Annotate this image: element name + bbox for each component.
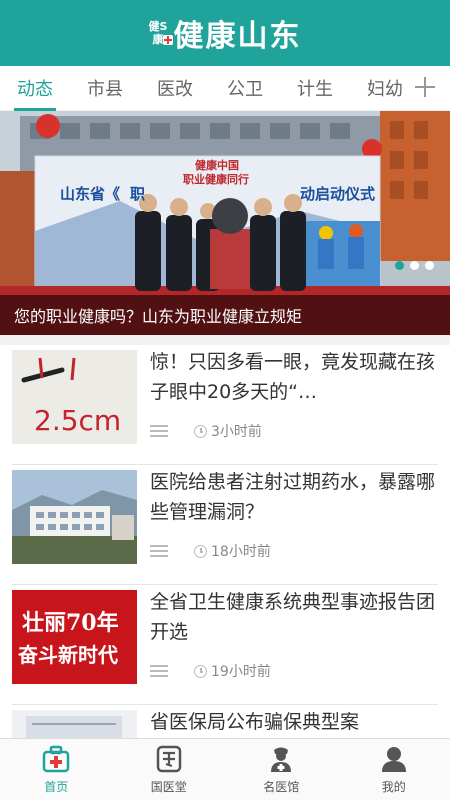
news-item[interactable]: 2.5cm 惊！只因多看一眼，竟发现藏在孩子眼中20多天的“… 3小时前 [12, 345, 438, 465]
news-time-text: 3小时前 [211, 424, 262, 440]
carousel-dot[interactable] [395, 261, 404, 270]
clock-icon [194, 425, 207, 438]
thumb-text-1: 壮丽70年 [22, 610, 119, 636]
logo-small-bottom: 康 [152, 33, 164, 46]
news-thumbnail [12, 470, 137, 564]
backdrop-text-left: 山东省《 [60, 185, 120, 203]
app-header: 健S 康 健康山东 [0, 0, 450, 66]
section-divider [0, 335, 450, 345]
plus-icon [415, 77, 435, 97]
nav-label: 首页 [44, 780, 69, 794]
nav-label: 名医馆 [263, 780, 300, 794]
news-time-text: 18小时前 [211, 544, 271, 560]
backdrop-logo-line1: 健康中国 [195, 158, 239, 172]
seal-icon [156, 745, 181, 773]
news-time-text: 19小时前 [211, 664, 271, 680]
tab-gongwei[interactable]: 公卫 [210, 66, 280, 111]
clock-icon [194, 545, 207, 558]
banner-caption[interactable]: 您的职业健康吗？山东为职业健康立规矩 [0, 295, 450, 335]
news-title[interactable]: 惊！只因多看一眼，竟发现藏在孩子眼中20多天的“… [150, 347, 440, 409]
news-time: 3小时前 [194, 421, 262, 441]
tab-yigai[interactable]: 医改 [140, 66, 210, 111]
clock-icon [194, 665, 207, 678]
logo-small-top: 健S [148, 20, 168, 33]
list-icon [150, 545, 168, 557]
news-list: 2.5cm 惊！只因多看一眼，竟发现藏在孩子眼中20多天的“… 3小时前 医院给… [0, 345, 450, 800]
nav-guoyitang[interactable]: 国医堂 [113, 739, 226, 800]
medical-kit-icon [43, 745, 70, 773]
tab-jisheng[interactable]: 计生 [280, 66, 350, 111]
news-time: 18小时前 [194, 541, 271, 561]
nav-home[interactable]: 首页 [0, 739, 113, 800]
banner-carousel[interactable]: 山东省《 职 动启动仪式 健康中国 职业健康同行 您的职业健康吗？山东为职业健康… [0, 111, 450, 335]
news-item[interactable]: 医院给患者注射过期药水，暴露哪些管理漏洞？ 18小时前 [12, 465, 438, 585]
nav-label: 国医堂 [150, 780, 187, 794]
category-tabs: 动态 市县 医改 公卫 计生 妇幼 [0, 66, 450, 111]
carousel-dots [395, 261, 434, 270]
app-title: 健康山东 [173, 19, 302, 54]
add-tab-button[interactable] [410, 72, 440, 102]
news-thumbnail: 2.5cm [12, 350, 137, 444]
news-thumbnail: 壮丽70年 奋斗新时代 [12, 590, 137, 684]
news-title[interactable]: 全省卫生健康系统典型事迹报告团开选 [150, 587, 440, 649]
tab-shixian[interactable]: 市县 [70, 66, 140, 111]
thumb-text: 2.5cm [34, 404, 121, 437]
news-meta: 3小时前 [150, 421, 262, 441]
doctor-icon [271, 747, 292, 772]
news-time: 19小时前 [194, 661, 271, 681]
red-cross-icon [163, 35, 174, 45]
news-title[interactable]: 医院给患者注射过期药水，暴露哪些管理漏洞？ [150, 467, 440, 529]
nav-label: 我的 [381, 780, 406, 794]
thumb-text-2: 奋斗新时代 [17, 643, 118, 667]
app-logo: 健S 康 健康山东 [149, 11, 302, 55]
nav-profile[interactable]: 我的 [338, 739, 450, 800]
news-meta: 18小时前 [150, 541, 271, 561]
news-item[interactable]: 壮丽70年 奋斗新时代 全省卫生健康系统典型事迹报告团开选 19小时前 [12, 585, 438, 705]
backdrop-text-right: 动启动仪式 [300, 185, 375, 203]
tab-dongtai[interactable]: 动态 [0, 66, 70, 111]
list-icon [150, 425, 168, 437]
backdrop-text-mid: 职 [130, 185, 145, 203]
carousel-dot[interactable] [410, 261, 419, 270]
bottom-navigation: 首页 国医堂 名医馆 我的 [0, 738, 450, 800]
logo-mark: 健S 康 [148, 20, 174, 46]
user-icon [381, 747, 406, 772]
news-meta: 19小时前 [150, 661, 271, 681]
carousel-dot[interactable] [425, 261, 434, 270]
backdrop-logo-line2: 职业健康同行 [183, 172, 249, 186]
nav-mingyiguan[interactable]: 名医馆 [225, 739, 338, 800]
list-icon [150, 665, 168, 677]
